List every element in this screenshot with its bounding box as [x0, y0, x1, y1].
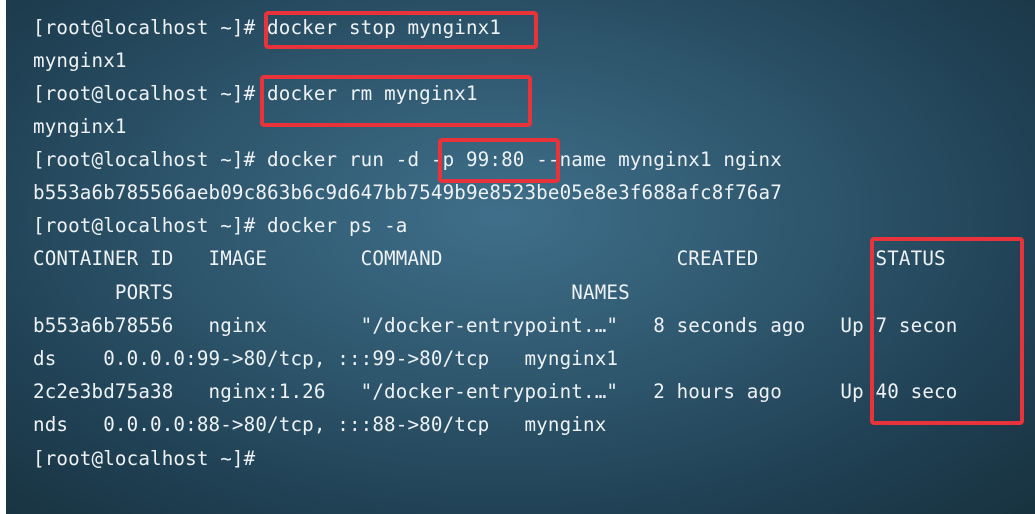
terminal-window[interactable]: [root@localhost ~]# docker stop mynginx1…: [6, 0, 1035, 514]
command-output: mynginx1: [33, 49, 127, 72]
table-row: ds 0.0.0.0:99->80/tcp, :::99->80/tcp myn…: [33, 345, 618, 373]
shell-prompt: [root@localhost ~]#: [33, 447, 256, 470]
terminal-line: mynginx1: [33, 113, 127, 141]
table-row: 2c2e3bd75a38 nginx:1.26 "/docker-entrypo…: [33, 378, 957, 406]
terminal-line: b553a6b785566aeb09c863b6c9d647bb7549b9e8…: [33, 179, 782, 207]
table-header-line: CONTAINER ID IMAGE COMMAND CREATED STATU…: [33, 245, 946, 273]
terminal-line: mynginx1: [33, 47, 127, 75]
table-row-text: nds 0.0.0.0:88->80/tcp, :::88->80/tcp my…: [33, 413, 607, 436]
table-row-text: b553a6b78556 nginx "/docker-entrypoint.……: [33, 314, 958, 337]
table-row: nds 0.0.0.0:88->80/tcp, :::88->80/tcp my…: [33, 411, 606, 439]
container-id-output: b553a6b785566aeb09c863b6c9d647bb7549b9e8…: [33, 181, 782, 204]
terminal-line: [root@localhost ~]#: [33, 445, 255, 473]
table-row: b553a6b78556 nginx "/docker-entrypoint.……: [33, 312, 957, 340]
terminal-line: [root@localhost ~]# docker ps -a: [33, 212, 407, 240]
table-row-text: ds 0.0.0.0:99->80/tcp, :::99->80/tcp myn…: [33, 347, 619, 370]
command-text: docker ps -a: [255, 214, 408, 237]
shell-prompt: [root@localhost ~]#: [33, 16, 256, 39]
highlight-box-rm-command: [260, 75, 532, 127]
table-header: CONTAINER ID IMAGE COMMAND CREATED STATU…: [33, 247, 946, 270]
command-output: mynginx1: [33, 115, 127, 138]
terminal-line: [root@localhost ~]# docker run -d -p 99:…: [33, 146, 782, 174]
table-header-line: PORTS NAMES: [33, 279, 630, 307]
highlight-box-port-flag: [438, 138, 560, 183]
table-header: PORTS NAMES: [33, 281, 630, 304]
highlight-box-stop-command: [264, 11, 538, 49]
shell-prompt: [root@localhost ~]#: [33, 214, 256, 237]
table-row-text: 2c2e3bd75a38 nginx:1.26 "/docker-entrypo…: [33, 380, 958, 403]
shell-prompt: [root@localhost ~]#: [33, 148, 256, 171]
shell-prompt: [root@localhost ~]#: [33, 82, 256, 105]
highlight-box-status-column: [870, 237, 1024, 425]
